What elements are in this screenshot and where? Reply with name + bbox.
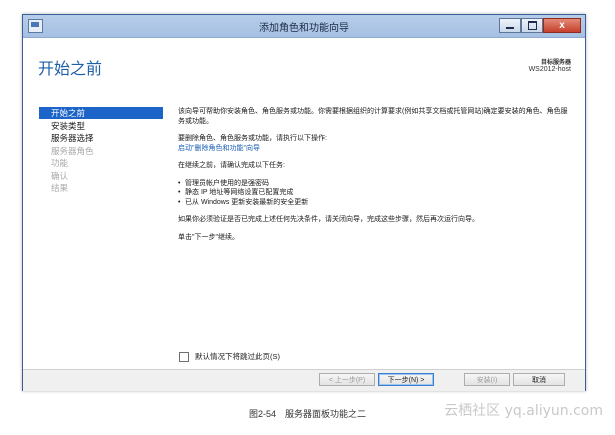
wizard-footer: < 上一步(P) 下一步(N) > 安装(I) 取消 bbox=[23, 369, 585, 391]
destination-server-name: WS2012-host bbox=[528, 66, 571, 73]
nav-item-confirmation: 确认 bbox=[51, 170, 69, 181]
nav-item-installation-type[interactable]: 安装类型 bbox=[39, 120, 163, 132]
list-item: • 静态 IP 地址等网络设置已配置完成 bbox=[178, 189, 294, 196]
skip-page-checkbox[interactable] bbox=[179, 351, 189, 362]
remove-instructions: 要删除角色、角色服务或功能，请执行以下操作: bbox=[178, 135, 327, 142]
cancel-button[interactable]: 取消 bbox=[513, 373, 565, 386]
skip-page-label: 默认情况下将跳过此页(S) bbox=[195, 352, 280, 361]
next-button[interactable]: 下一步(N) > bbox=[378, 373, 434, 386]
intro-text: 该向导可帮助你安装角色、角色服务或功能。你需要根据组织的计算要求(例如共享文档或… bbox=[178, 108, 568, 125]
list-item: • 管理员帐户使用的是强密码 bbox=[178, 179, 269, 187]
nav-item-server-selection[interactable]: 服务器选择 bbox=[39, 132, 163, 144]
prerequisite-list: • 管理员帐户使用的是强密码 • 静态 IP 地址等网络设置已配置完成 • 已从 Wi… bbox=[178, 179, 568, 208]
minimize-icon bbox=[506, 26, 514, 29]
wizard-content: 该向导可帮助你安装角色、角色服务或功能。你需要根据组织的计算要求(例如共享文档或… bbox=[178, 107, 568, 250]
nav-item-before-you-begin[interactable]: 开始之前 bbox=[39, 107, 163, 119]
close-icon: x bbox=[559, 20, 565, 31]
wizard-header: 开始之前 目标服务器 WS2012-host bbox=[23, 38, 585, 88]
watermark: 云栖社区 yq.aliyun.com bbox=[444, 403, 603, 419]
nav-item-results: 结果 bbox=[51, 183, 69, 193]
next-hint: 单击"下一步"继续。 bbox=[178, 233, 239, 241]
before-continue-text: 在继续之前，请确认完成以下任务: bbox=[178, 162, 285, 169]
wizard-window: 添加角色和功能向导 x 开始之前 目标服务器 WS2012-host 开始之前 … bbox=[22, 14, 586, 391]
nav-item-server-roles: 服务器角色 bbox=[51, 145, 94, 156]
page-title: 开始之前 bbox=[38, 61, 103, 78]
install-button[interactable]: 安装(I) bbox=[464, 373, 510, 386]
title-bar[interactable]: 添加角色和功能向导 x bbox=[23, 15, 585, 38]
maximize-icon bbox=[527, 21, 537, 30]
close-button[interactable]: x bbox=[543, 18, 581, 33]
minimize-button[interactable] bbox=[499, 18, 521, 33]
destination-server-label: 目标服务器 bbox=[540, 60, 571, 66]
skip-page-option[interactable]: 默认情况下将跳过此页(S) bbox=[179, 351, 280, 362]
previous-button[interactable]: < 上一步(P) bbox=[319, 373, 375, 386]
prerequisite-note: 如果你必须验证是否已完成上述任何先决条件，请关闭向导，完成这些步骤，然后再次运行… bbox=[178, 216, 479, 223]
maximize-button[interactable] bbox=[521, 18, 543, 33]
list-item: • 已从 Windows 更新安装最新的安全更新 bbox=[178, 198, 309, 206]
wizard-nav: 开始之前 安装类型 服务器选择 服务器角色 功能 确认 结果 bbox=[39, 107, 163, 195]
remove-roles-link[interactable]: 启动"删除角色和功能"向导 bbox=[178, 145, 260, 152]
nav-item-features: 功能 bbox=[51, 158, 69, 168]
remove-section: 要删除角色、角色服务或功能，请执行以下操作: 启动"删除角色和功能"向导 bbox=[178, 134, 568, 153]
